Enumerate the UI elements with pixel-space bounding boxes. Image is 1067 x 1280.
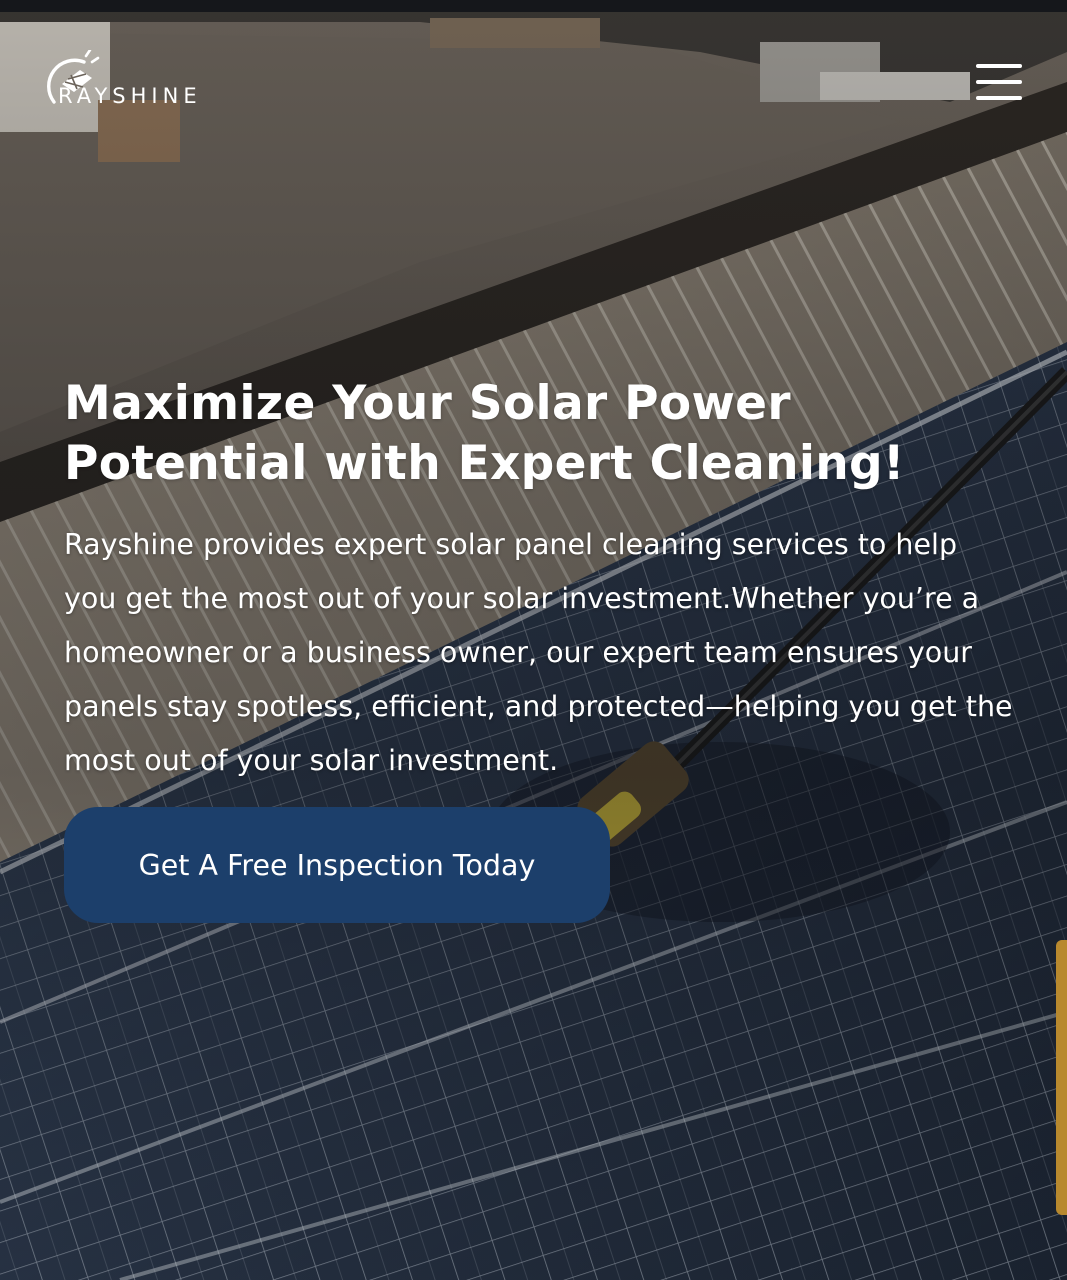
side-scroll-handle[interactable]	[1056, 940, 1067, 1215]
hero-title: Maximize Your Solar Power Potential with…	[64, 376, 905, 491]
page: RAYSHINE Maximize Your Solar Power Poten…	[0, 0, 1067, 1280]
hamburger-menu-icon[interactable]	[972, 62, 1026, 102]
top-bar	[0, 0, 1067, 12]
brand-name: RAYSHINE	[58, 84, 202, 108]
brand-logo[interactable]: RAYSHINE	[40, 50, 260, 116]
hero-description: Rayshine provides expert solar panel cle…	[64, 528, 1013, 777]
free-inspection-button[interactable]: Get A Free Inspection Today	[64, 807, 610, 923]
